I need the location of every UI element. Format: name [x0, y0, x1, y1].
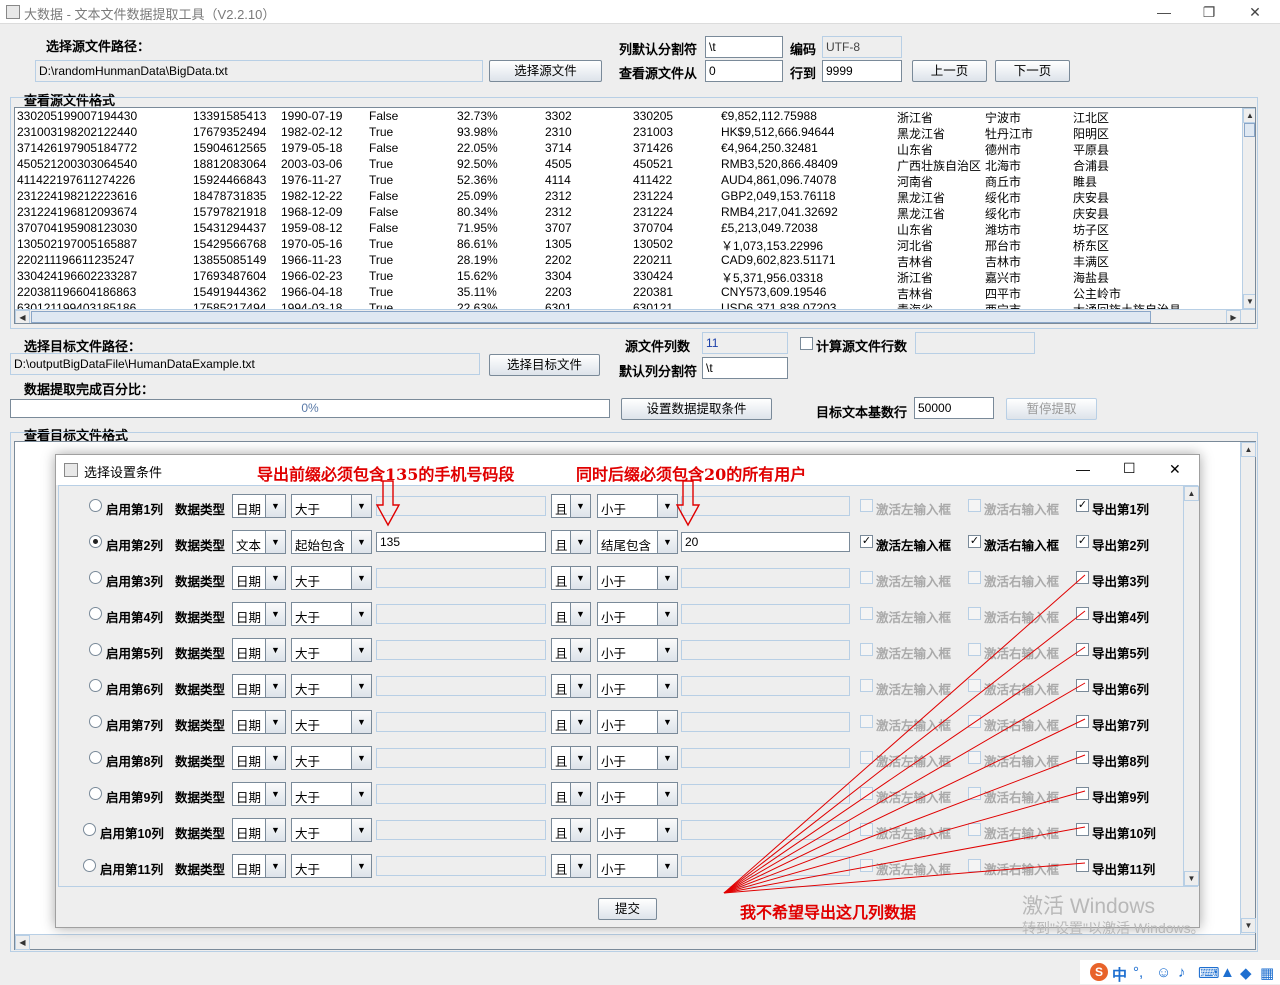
- emoji-icon[interactable]: ☺: [1156, 964, 1171, 981]
- annotation-pointer-line: [723, 682, 1086, 894]
- activation-watermark-title: 激活 Windows: [1022, 895, 1156, 918]
- annotation-arrow-icon: [375, 480, 401, 527]
- annotation-pointer-line: [723, 646, 1086, 894]
- shirt-icon[interactable]: ◆: [1240, 964, 1252, 982]
- activation-watermark-hint: 转到"设置"以激活 Windows。: [1022, 920, 1205, 936]
- annotation-pointer-line: [723, 826, 1086, 894]
- skin-icon[interactable]: ▲: [1220, 964, 1235, 981]
- keyboard-icon[interactable]: ⌨: [1198, 964, 1220, 982]
- annotation-pointer-line: [723, 754, 1086, 894]
- annotation-pointer-line: [723, 574, 1086, 894]
- annotation-overlay: [375, 480, 1086, 894]
- punctuation-icon[interactable]: °,: [1133, 964, 1143, 981]
- annotation-arrow-icon: [675, 480, 701, 527]
- ime-mode-icon[interactable]: 中: [1112, 964, 1127, 985]
- sogou-ime-icon[interactable]: S: [1090, 963, 1108, 981]
- microphone-icon[interactable]: ♪: [1178, 964, 1186, 981]
- tools-icon[interactable]: ▦: [1260, 964, 1274, 982]
- system-tray: S 中 °, ☺ ♪ ⌨ ▲ ◆ ▦: [1080, 960, 1280, 984]
- annotation-pointer-line: [723, 610, 1086, 894]
